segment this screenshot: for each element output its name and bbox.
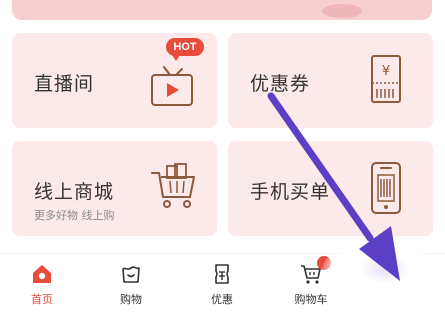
tab-shopping[interactable]: 购物 — [101, 254, 161, 312]
shopping-cart-icon — [151, 163, 195, 208]
tab-discount[interactable]: 优惠 — [192, 254, 252, 312]
tab-home[interactable]: 首页 — [12, 254, 72, 312]
svg-text:¥: ¥ — [382, 64, 390, 79]
tab-home-label: 首页 — [31, 293, 53, 306]
tab-cart-label: 购物车 — [294, 293, 328, 306]
tab-shopping-label: 购物 — [120, 293, 142, 306]
card-online-mall-subtitle: 更多好物 线上购 — [34, 209, 115, 222]
top-banner[interactable] — [12, 0, 432, 20]
tab-discount-label: 优惠 — [211, 293, 233, 306]
banner-decoration — [322, 4, 362, 18]
watermark-logo — [360, 254, 410, 284]
home-icon — [33, 265, 51, 283]
card-live-room-title: 直播间 — [34, 73, 95, 95]
coupon-ticket-icon: ¥ — [371, 55, 401, 103]
card-coupon[interactable]: 优惠券 ¥ — [228, 33, 433, 128]
coupon-icon — [215, 264, 229, 284]
card-mobile-pay-title: 手机买单 — [250, 181, 331, 203]
card-mobile-pay[interactable]: 手机买单 — [228, 141, 433, 236]
card-online-mall-title: 线上商城 — [34, 181, 115, 203]
phone-barcode-icon — [371, 162, 401, 214]
card-coupon-title: 优惠券 — [250, 73, 311, 95]
card-online-mall[interactable]: 线上商城 更多好物 线上购 — [12, 141, 217, 236]
hot-badge: HOT — [166, 38, 204, 61]
shopping-bag-icon — [122, 266, 140, 283]
live-tv-icon — [151, 66, 193, 106]
